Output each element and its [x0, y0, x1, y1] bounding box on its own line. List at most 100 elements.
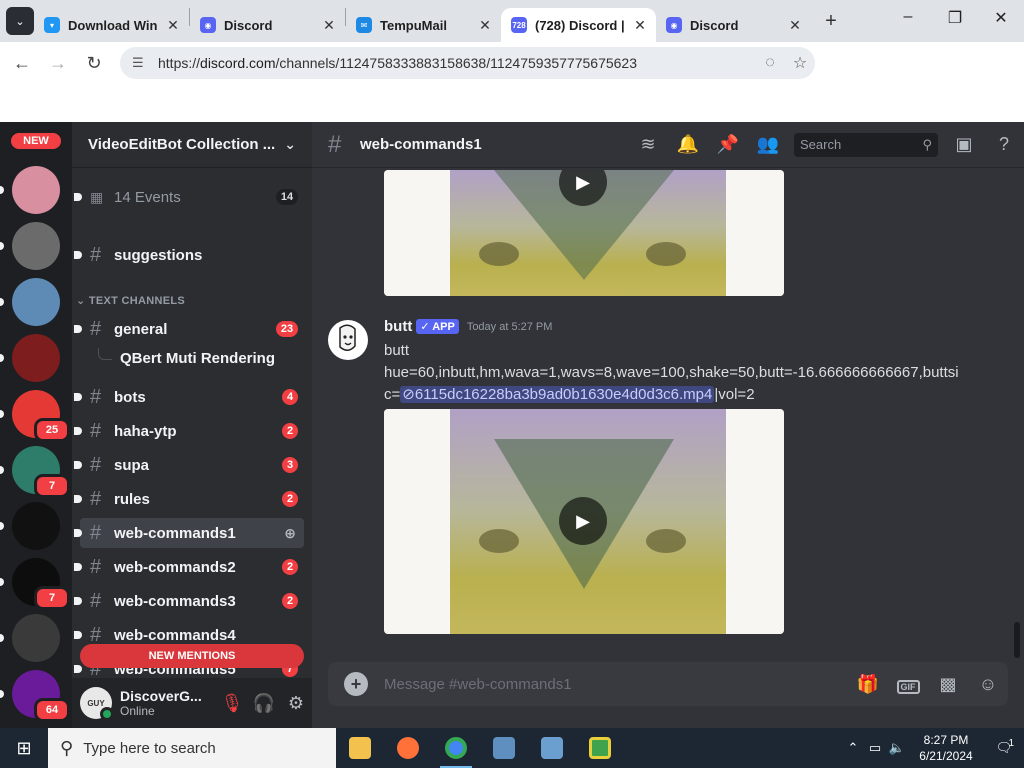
tab-favicon-icon: ◉ [666, 17, 682, 33]
close-icon[interactable]: ✕ [787, 17, 803, 34]
threads-icon[interactable]: ≋ [628, 134, 668, 155]
video-embed[interactable]: ▶ [384, 170, 784, 296]
settings-gear-icon[interactable]: ⚙ [280, 693, 312, 714]
avatar[interactable]: GUY [80, 687, 114, 721]
close-icon[interactable]: ✕ [632, 17, 648, 34]
guild-header[interactable]: VideoEditBot Collection ... ⌄ [72, 122, 312, 168]
browser-tab[interactable]: 728 (728) Discord | ✕ [501, 8, 656, 42]
channel-item[interactable]: # web-commands2 2 [74, 552, 304, 582]
message-input[interactable]: Message #web-commands1 [384, 676, 848, 693]
video-letterbox [384, 170, 450, 296]
browser-tab[interactable]: ✉ TempuMail ✕ [346, 8, 501, 42]
attachment-link[interactable]: ⊘6115dc16228ba3b9ad0b1630e4d0d3c6.mp4 [400, 386, 715, 403]
help-icon[interactable]: ? [984, 134, 1024, 155]
server-icon[interactable] [12, 334, 60, 382]
back-icon[interactable]: ← [4, 53, 40, 74]
search-icon: ⚲ [922, 136, 932, 152]
chevron-up-icon[interactable]: ⌃ [842, 740, 864, 756]
server-icon[interactable] [12, 222, 60, 270]
network-icon[interactable]: ▭ [864, 740, 886, 756]
server-icon[interactable] [12, 278, 60, 326]
add-attachment-icon[interactable]: + [344, 672, 368, 696]
headphones-icon[interactable]: 🎧 [248, 693, 280, 714]
search-input[interactable]: Search ⚲ [794, 132, 938, 157]
gift-icon[interactable]: 🎁 [848, 674, 888, 695]
hash-icon: # [90, 317, 102, 340]
gif-icon[interactable]: GIF [888, 674, 928, 695]
channel-item[interactable]: # bots 4 [74, 382, 304, 412]
forward-icon[interactable]: → [40, 53, 76, 74]
restore-icon[interactable]: ❐ [932, 8, 978, 28]
thread-item[interactable]: QBert Muti Rendering [98, 347, 275, 367]
reload-icon[interactable]: ↻ [76, 53, 112, 74]
server-icon[interactable] [12, 166, 60, 214]
close-icon[interactable]: ✕ [321, 17, 337, 34]
browser-tab[interactable]: ▾ Download Win ✕ [34, 8, 189, 42]
firefox-icon[interactable] [384, 728, 432, 768]
close-icon[interactable]: ✕ [477, 17, 493, 34]
new-mentions-button[interactable]: NEW MENTIONS [80, 644, 304, 668]
clock[interactable]: 8:27 PM 6/21/2024 [908, 732, 984, 764]
video-embed[interactable]: ▶ [384, 409, 784, 634]
video-shape [646, 242, 686, 266]
taskbar-search-input[interactable]: ⚲ Type here to search [48, 728, 336, 768]
category-text-channels[interactable]: ⌄ TEXT CHANNELS [76, 294, 185, 307]
channel-item[interactable]: # web-commands3 2 [74, 586, 304, 616]
mention-badge: 4 [282, 389, 298, 405]
volume-muted-icon[interactable]: 🔈 [886, 740, 908, 756]
browser-tab[interactable]: ◉ Discord ✕ [190, 8, 345, 42]
chevron-down-icon: ⌄ [284, 136, 296, 152]
scrollbar-thumb[interactable] [1014, 622, 1020, 658]
server-icon[interactable] [12, 614, 60, 662]
channel-item[interactable]: # web-commands1 ⊕ [74, 518, 304, 548]
hash-icon: # [90, 385, 102, 408]
windows-start-icon[interactable]: ⊞ [0, 738, 48, 759]
channel-item[interactable]: # rules 2 [74, 484, 304, 514]
sticker-icon[interactable]: ▩ [928, 674, 968, 695]
chrome-icon[interactable] [432, 728, 480, 768]
eye-off-icon[interactable]: ◌ [755, 54, 785, 72]
tab-title: TempuMail [380, 17, 447, 33]
unread-indicator [74, 529, 82, 537]
events-item[interactable]: ▦ 14 Events 14 [74, 182, 304, 212]
thread-spine [98, 347, 112, 360]
app-icon[interactable] [576, 728, 624, 768]
message-author[interactable]: butt [384, 318, 412, 335]
mic-muted-icon[interactable]: 🎙 [216, 693, 248, 714]
url-text[interactable]: https://discord.com/channels/11247583338… [158, 55, 755, 71]
browser-tab[interactable]: ◉ Discord ✕ [656, 8, 811, 42]
hash-icon: # [90, 487, 102, 510]
channel-header: # web-commands1 ≋ 🔔 📌 👥 Search ⚲ ▣ ? [312, 122, 1024, 168]
inbox-icon[interactable]: ▣ [944, 134, 984, 155]
notification-icon[interactable]: 🗨 1 [984, 738, 1024, 756]
tab-search-icon[interactable]: ⌄ [6, 7, 34, 35]
user-info[interactable]: DiscoverG... Online [120, 688, 216, 718]
new-servers-pill[interactable]: NEW [8, 130, 64, 152]
channel-item[interactable]: # supa 3 [74, 450, 304, 480]
channel-item[interactable]: # haha-ytp 2 [74, 416, 304, 446]
server-mention-badge: 64 [34, 698, 70, 722]
new-tab-button[interactable]: + [817, 10, 845, 33]
channel-suggestions[interactable]: # suggestions [74, 240, 304, 270]
minimize-icon[interactable]: – [885, 8, 931, 26]
avatar[interactable] [328, 320, 368, 360]
bell-icon[interactable]: 🔔 [668, 134, 708, 155]
play-icon[interactable]: ▶ [559, 497, 607, 545]
server-mention-badge: 7 [34, 474, 70, 498]
site-info-icon[interactable]: ☰ [132, 55, 148, 71]
emoji-icon[interactable]: ☺ [968, 674, 1008, 695]
channel-item[interactable]: # general 23 [74, 314, 304, 344]
channel-sidebar: VideoEditBot Collection ... ⌄ ▦ 14 Event… [72, 122, 312, 728]
server-icon[interactable] [12, 502, 60, 550]
pin-icon[interactable]: 📌 [708, 134, 748, 155]
address-bar[interactable]: ☰ https://discord.com/channels/112475833… [120, 47, 815, 79]
members-icon[interactable]: 👥 [748, 134, 788, 155]
server-unread-indicator [0, 242, 4, 250]
add-member-icon[interactable]: ⊕ [284, 525, 296, 542]
app-icon[interactable] [528, 728, 576, 768]
window-close-icon[interactable]: ✕ [978, 8, 1024, 28]
bookmark-star-icon[interactable]: ☆ [785, 53, 815, 73]
app-icon[interactable] [480, 728, 528, 768]
file-explorer-icon[interactable] [336, 728, 384, 768]
close-icon[interactable]: ✕ [165, 17, 181, 34]
